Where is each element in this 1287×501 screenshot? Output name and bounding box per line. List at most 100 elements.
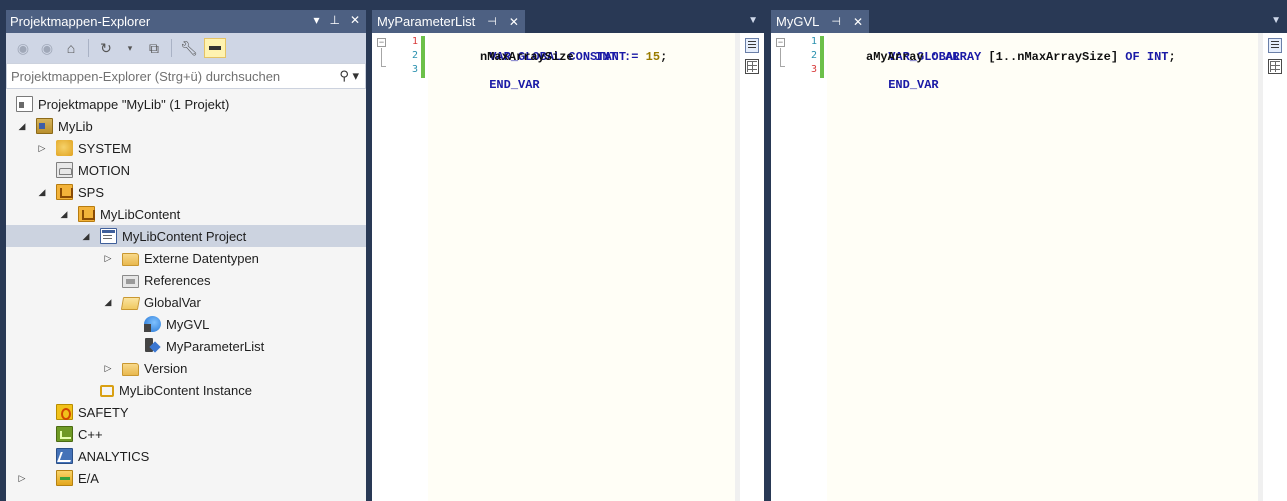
code-line-3: END_VAR [845, 64, 938, 92]
folder-icon [122, 362, 139, 376]
code-editor[interactable]: − 1 2 3 VAR_GLOBAL aMyArray : ARRAY [1..… [771, 33, 1287, 501]
back-icon[interactable]: ◉ [14, 38, 32, 58]
tree-item-cpp[interactable]: C++ [6, 423, 366, 445]
instance-icon [100, 385, 114, 397]
tree-item-mylibcontent[interactable]: ◢ MyLibContent [6, 203, 366, 225]
search-input[interactable] [11, 68, 321, 84]
dropdown-arrow-icon[interactable]: ▾ [121, 38, 139, 58]
number-literal: 15 [645, 50, 661, 64]
tab-label: MyGVL [776, 14, 820, 29]
pin-tab-icon[interactable]: ⊣ [487, 15, 497, 28]
plc-project-file-icon [100, 228, 117, 244]
expanded-arrow-icon[interactable]: ◢ [16, 121, 28, 132]
motion-icon [56, 162, 73, 178]
tree-item-label: MyLibContent [100, 206, 181, 222]
tree-item-solution[interactable]: Projektmappe "MyLib" (1 Projekt) [6, 93, 366, 115]
close-tab-icon[interactable]: ✕ [853, 15, 863, 29]
tree-item-mygvl[interactable]: MyGVL [6, 313, 366, 335]
tree-item-version[interactable]: ▷ Version [6, 357, 366, 379]
auto-hide-pin-icon[interactable]: ⊥ [329, 13, 339, 27]
collapse-all-icon[interactable]: ⧉ [145, 38, 163, 58]
code-editor[interactable]: − 1 2 3 VAR_GLOBAL CONSTANT nMaxArraySiz… [372, 33, 764, 501]
window-position-dropdown-icon[interactable]: ▾ [313, 13, 319, 27]
tab-mygvl[interactable]: MyGVL ⊣ ✕ [771, 10, 869, 33]
code-line-2: nMaxArraySize : INT := 15; [480, 50, 668, 64]
array-range: [1..nMaxArraySize] [981, 50, 1126, 64]
tree-item-analytics[interactable]: ANALYTICS [6, 445, 366, 467]
tree-item-label: MyLibContent Instance [119, 382, 252, 398]
changed-line-marker [820, 36, 824, 50]
textual-view-icon[interactable] [1268, 38, 1282, 53]
sync-history-icon[interactable]: ↻ [97, 38, 115, 58]
expanded-arrow-icon[interactable]: ◢ [80, 231, 92, 242]
editor-scroll-edge [1258, 33, 1263, 501]
gvl-icon [144, 316, 161, 332]
tree-item-sps[interactable]: ◢ SPS [6, 181, 366, 203]
properties-wrench-icon[interactable]: 🔧︎ [180, 38, 198, 58]
tab-list-dropdown-icon[interactable]: ▼ [748, 15, 758, 26]
editor-mygvl: MyGVL ⊣ ✕ ▼ − 1 2 3 VAR_GLOBAL aMyArray … [771, 10, 1287, 501]
expanded-arrow-icon[interactable]: ◢ [102, 297, 114, 308]
forward-icon[interactable]: ◉ [38, 38, 56, 58]
expanded-arrow-icon[interactable]: ◢ [58, 209, 70, 220]
solution-explorer-title: Projektmappen-Explorer [10, 14, 151, 29]
toolbar-separator [88, 39, 89, 57]
tree-item-mylib[interactable]: ◢ MyLib [6, 115, 366, 137]
solution-explorer-search[interactable]: ⚲ ▾ [6, 63, 366, 89]
line-number: 1 [810, 36, 817, 47]
collapsed-arrow-icon[interactable]: ▷ [36, 143, 48, 154]
editor-gutter: − 1 2 3 [771, 33, 824, 501]
line-number: 2 [411, 50, 418, 61]
tabular-view-icon[interactable] [745, 59, 759, 74]
tree-item-globalvar[interactable]: ◢ GlobalVar [6, 291, 366, 313]
keyword: OF [1125, 50, 1140, 64]
editor-gutter: − 1 2 3 [372, 33, 425, 501]
line-number: 3 [810, 64, 817, 75]
collapsed-arrow-icon[interactable]: ▷ [102, 253, 114, 264]
collapse-toggle-icon[interactable]: − [776, 38, 785, 47]
expanded-arrow-icon[interactable]: ◢ [36, 187, 48, 198]
tree-item-myparameterlist[interactable]: MyParameterList [6, 335, 366, 357]
tabular-view-icon[interactable] [1268, 59, 1282, 74]
search-icon[interactable]: ⚲ ▾ [339, 68, 359, 84]
editor-myparameterlist: MyParameterList ⊣ ✕ ▼ − 1 2 3 VAR_GLOBAL… [372, 10, 764, 501]
tree-item-label: SYSTEM [78, 140, 132, 156]
tree-item-safety[interactable]: SAFETY [6, 401, 366, 423]
view-switcher [1265, 38, 1285, 74]
tree-item-label: C++ [78, 426, 103, 442]
solution-explorer-title-bar: Projektmappen-Explorer ▾ ⊥ ✕ [6, 10, 366, 33]
tree-item-label: MyLib [58, 118, 93, 134]
tree-item-ea[interactable]: ▷ E/A [6, 467, 366, 489]
tree-item-mylibcontent-instance[interactable]: MyLibContent Instance [6, 379, 366, 401]
collapsed-arrow-icon[interactable]: ▷ [16, 473, 28, 484]
identifier: nMaxArraySize [480, 50, 574, 64]
code-line-1: VAR_GLOBAL CONSTANT [446, 36, 626, 64]
tree-item-label: MOTION [78, 162, 130, 178]
solution-icon [16, 96, 33, 112]
io-icon [56, 470, 73, 486]
tree-item-label: MyLibContent Project [122, 228, 247, 244]
code-line-2: aMyArray : ARRAY [1..nMaxArraySize] OF I… [866, 50, 1176, 64]
tree-item-system[interactable]: ▷ SYSTEM [6, 137, 366, 159]
tree-item-externe-datentypen[interactable]: ▷ Externe Datentypen [6, 247, 366, 269]
tree-item-references[interactable]: References [6, 269, 366, 291]
line-number: 1 [411, 36, 418, 47]
close-tab-icon[interactable]: ✕ [509, 15, 519, 29]
close-icon[interactable]: ✕ [350, 13, 360, 27]
changed-line-marker [421, 36, 425, 50]
pin-tab-icon[interactable]: ⊣ [831, 15, 841, 28]
collapse-toggle-icon[interactable]: − [377, 38, 386, 47]
tree-item-mylibcontent-project[interactable]: ◢ MyLibContent Project [6, 225, 366, 247]
textual-view-icon[interactable] [745, 38, 759, 53]
tree-item-label: Externe Datentypen [144, 250, 259, 266]
view-switcher [742, 38, 762, 74]
home-icon[interactable]: ⌂ [62, 38, 80, 58]
tab-myparameterlist[interactable]: MyParameterList ⊣ ✕ [372, 10, 525, 33]
tree-item-label: SAFETY [78, 404, 129, 420]
tree-item-motion[interactable]: MOTION [6, 159, 366, 181]
editor-tab-bar: MyParameterList ⊣ ✕ ▼ [372, 10, 764, 33]
preview-selected-items-icon[interactable] [204, 38, 226, 58]
editor-tab-bar: MyGVL ⊣ ✕ ▼ [771, 10, 1287, 33]
tab-list-dropdown-icon[interactable]: ▼ [1271, 15, 1281, 26]
collapsed-arrow-icon[interactable]: ▷ [102, 363, 114, 374]
